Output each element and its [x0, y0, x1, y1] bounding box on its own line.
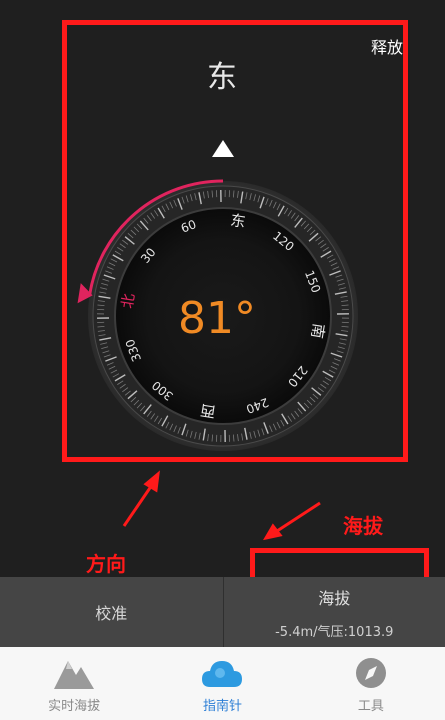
compass-highlight-box — [62, 20, 408, 462]
compass-screen: 释放 东 北 30 60 东 120 150 南 210 240 西 300 330 81° — [0, 0, 445, 720]
cloud-icon — [202, 661, 243, 687]
direction-annotation: 方向 — [86, 552, 126, 576]
tab-realtime-altitude[interactable]: 实时海拔 — [0, 647, 148, 720]
tab-compass[interactable]: 指南针 — [148, 647, 296, 720]
tab-label: 工具 — [357, 699, 384, 714]
calibrate-button[interactable]: 校准 — [0, 577, 224, 647]
bottom-panel: 校准 海拔 -5.4m/气压:1013.9 — [0, 577, 445, 647]
tab-label: 指南针 — [202, 699, 242, 714]
altitude-value: -5.4m/气压:1013.9 — [275, 624, 394, 640]
tab-tools[interactable]: 工具 — [297, 647, 445, 720]
tab-label: 实时海拔 — [48, 699, 101, 714]
altitude-title: 海拔 — [318, 588, 351, 608]
altitude-annotation: 海拔 — [343, 514, 383, 538]
compass-tool-icon — [355, 658, 386, 688]
tab-bar: 实时海拔 指南针 工具 — [0, 647, 445, 720]
mountain-icon — [54, 661, 95, 689]
altitude-panel: 海拔 -5.4m/气压:1013.9 — [223, 577, 445, 647]
